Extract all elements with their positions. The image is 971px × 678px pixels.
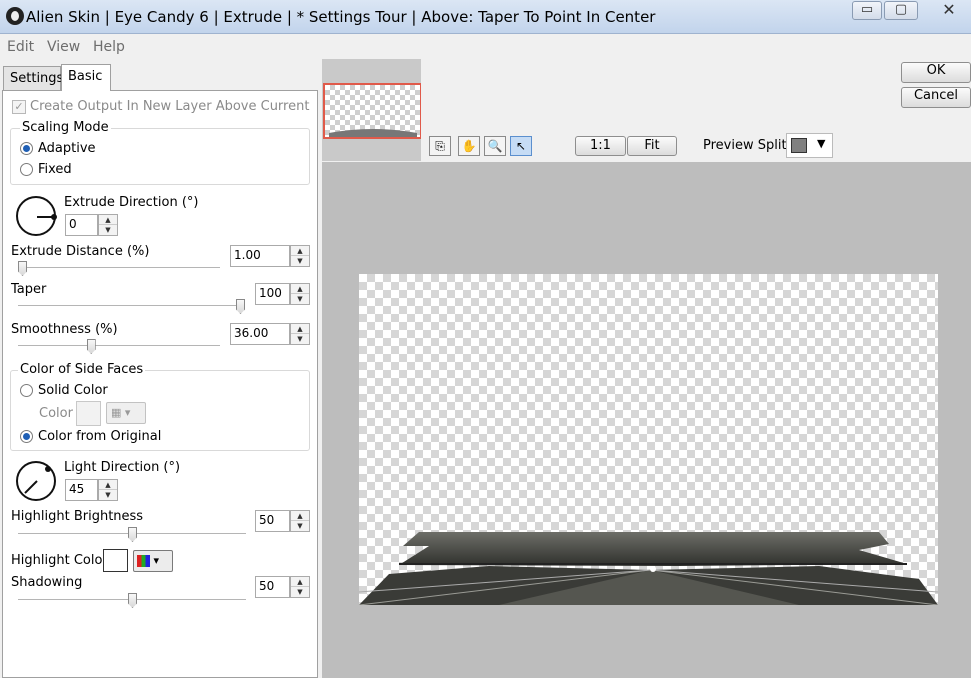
fit-button[interactable]: Fit: [627, 136, 677, 156]
light-direction-spinner[interactable]: ▲ ▼: [98, 479, 118, 501]
tab-basic[interactable]: Basic: [61, 64, 111, 91]
shadowing-spinner[interactable]: ▲ ▼: [290, 576, 310, 598]
extrude-distance-field[interactable]: 1.00: [230, 245, 290, 267]
tab-settings[interactable]: Settings: [3, 66, 63, 90]
create-output-label: Create Output In New Layer Above Current: [30, 99, 310, 114]
extrude-direction-field[interactable]: 0: [65, 214, 98, 236]
highlight-brightness-spinner[interactable]: ▲ ▼: [290, 510, 310, 532]
extrude-direction-label: Extrude Direction (°): [64, 195, 199, 210]
extrude-distance-label: Extrude Distance (%): [11, 244, 150, 259]
menu-edit[interactable]: Edit: [7, 39, 34, 55]
side-faces-label: Color of Side Faces: [18, 362, 146, 377]
taper-track: [18, 305, 245, 307]
grid-icon: ▦: [111, 406, 122, 419]
menu-help[interactable]: Help: [93, 39, 125, 55]
extrude-distance-spinner[interactable]: ▲ ▼: [290, 245, 310, 267]
zoom-1-1-button[interactable]: 1:1: [575, 136, 626, 156]
create-output-checkbox[interactable]: ✓: [12, 100, 26, 114]
highlight-brightness-field[interactable]: 50: [255, 510, 290, 532]
color-grid-icon: [137, 555, 150, 567]
preview-split-dropdown[interactable]: ▼: [786, 133, 833, 158]
chevron-down-icon: ▾: [153, 554, 160, 567]
maximize-button[interactable]: ▢: [884, 1, 918, 20]
minimize-button[interactable]: ▭: [852, 1, 882, 20]
menu-bar: Edit View Help: [0, 35, 971, 59]
highlight-color-label: Highlight Color: [11, 553, 108, 568]
taper-label: Taper: [11, 282, 47, 297]
taper-field[interactable]: 100: [255, 283, 290, 305]
pointer-icon[interactable]: ↖: [510, 136, 532, 156]
thumbnail-extrude-shape: [329, 129, 417, 137]
light-direction-field[interactable]: 45: [65, 479, 98, 501]
close-button[interactable]: ✕: [930, 1, 968, 20]
highlight-brightness-label: Highlight Brightness: [11, 509, 144, 524]
ok-button[interactable]: OK: [901, 62, 971, 83]
chevron-down-icon: ▼: [817, 137, 826, 150]
highlight-color-swatch[interactable]: [103, 549, 128, 572]
smoothness-label: Smoothness (%): [11, 322, 118, 337]
zoom-icon[interactable]: 🔍: [484, 136, 506, 156]
color-from-original-radio[interactable]: [20, 430, 33, 443]
color-from-original-label: Color from Original: [38, 429, 162, 444]
color-label: Color: [39, 406, 73, 421]
smoothness-track: [18, 345, 220, 347]
extrude-direction-dial[interactable]: [16, 196, 57, 236]
light-direction-dial[interactable]: [16, 461, 56, 501]
window-title: Alien Skin | Eye Candy 6 | Extrude | * S…: [26, 8, 656, 26]
highlight-color-picker-dropdown[interactable]: ▾: [133, 550, 173, 572]
dial-pointer: [24, 480, 38, 494]
extrude-distance-track: [18, 267, 220, 269]
fixed-radio[interactable]: [20, 163, 33, 176]
light-direction-label: Light Direction (°): [64, 460, 181, 475]
preview-canvas[interactable]: [359, 274, 938, 605]
alien-skin-logo-icon: [6, 7, 24, 25]
title-bar: Alien Skin | Eye Candy 6 | Extrude | * S…: [0, 0, 971, 34]
side-color-swatch[interactable]: [76, 401, 101, 426]
adaptive-label: Adaptive: [38, 141, 96, 156]
taper-spinner[interactable]: ▲ ▼: [290, 283, 310, 305]
smoothness-field[interactable]: 36.00: [230, 323, 290, 345]
copy-icon[interactable]: ⎘: [429, 136, 451, 156]
navigator-thumbnail[interactable]: [323, 83, 422, 139]
cancel-button[interactable]: Cancel: [901, 87, 971, 108]
dial-knob: [45, 466, 51, 472]
preview-split-label: Preview Split: [703, 138, 787, 153]
split-color-swatch: [791, 138, 807, 153]
side-color-picker-dropdown[interactable]: ▦ ▾: [106, 402, 146, 424]
solid-color-radio[interactable]: [20, 384, 33, 397]
adaptive-radio[interactable]: [20, 142, 33, 155]
scaling-mode-label: Scaling Mode: [20, 120, 111, 135]
shadowing-label: Shadowing: [11, 575, 83, 590]
hand-icon[interactable]: ✋: [458, 136, 480, 156]
shadowing-field[interactable]: 50: [255, 576, 290, 598]
extrude-direction-spinner[interactable]: ▲ ▼: [98, 214, 118, 236]
dial-knob: [51, 214, 57, 220]
smoothness-spinner[interactable]: ▲ ▼: [290, 323, 310, 345]
extruded-shape: [359, 532, 938, 605]
chevron-down-icon: ▾: [124, 406, 131, 419]
solid-color-label: Solid Color: [38, 383, 108, 398]
menu-view[interactable]: View: [47, 39, 80, 55]
fixed-label: Fixed: [38, 162, 72, 177]
